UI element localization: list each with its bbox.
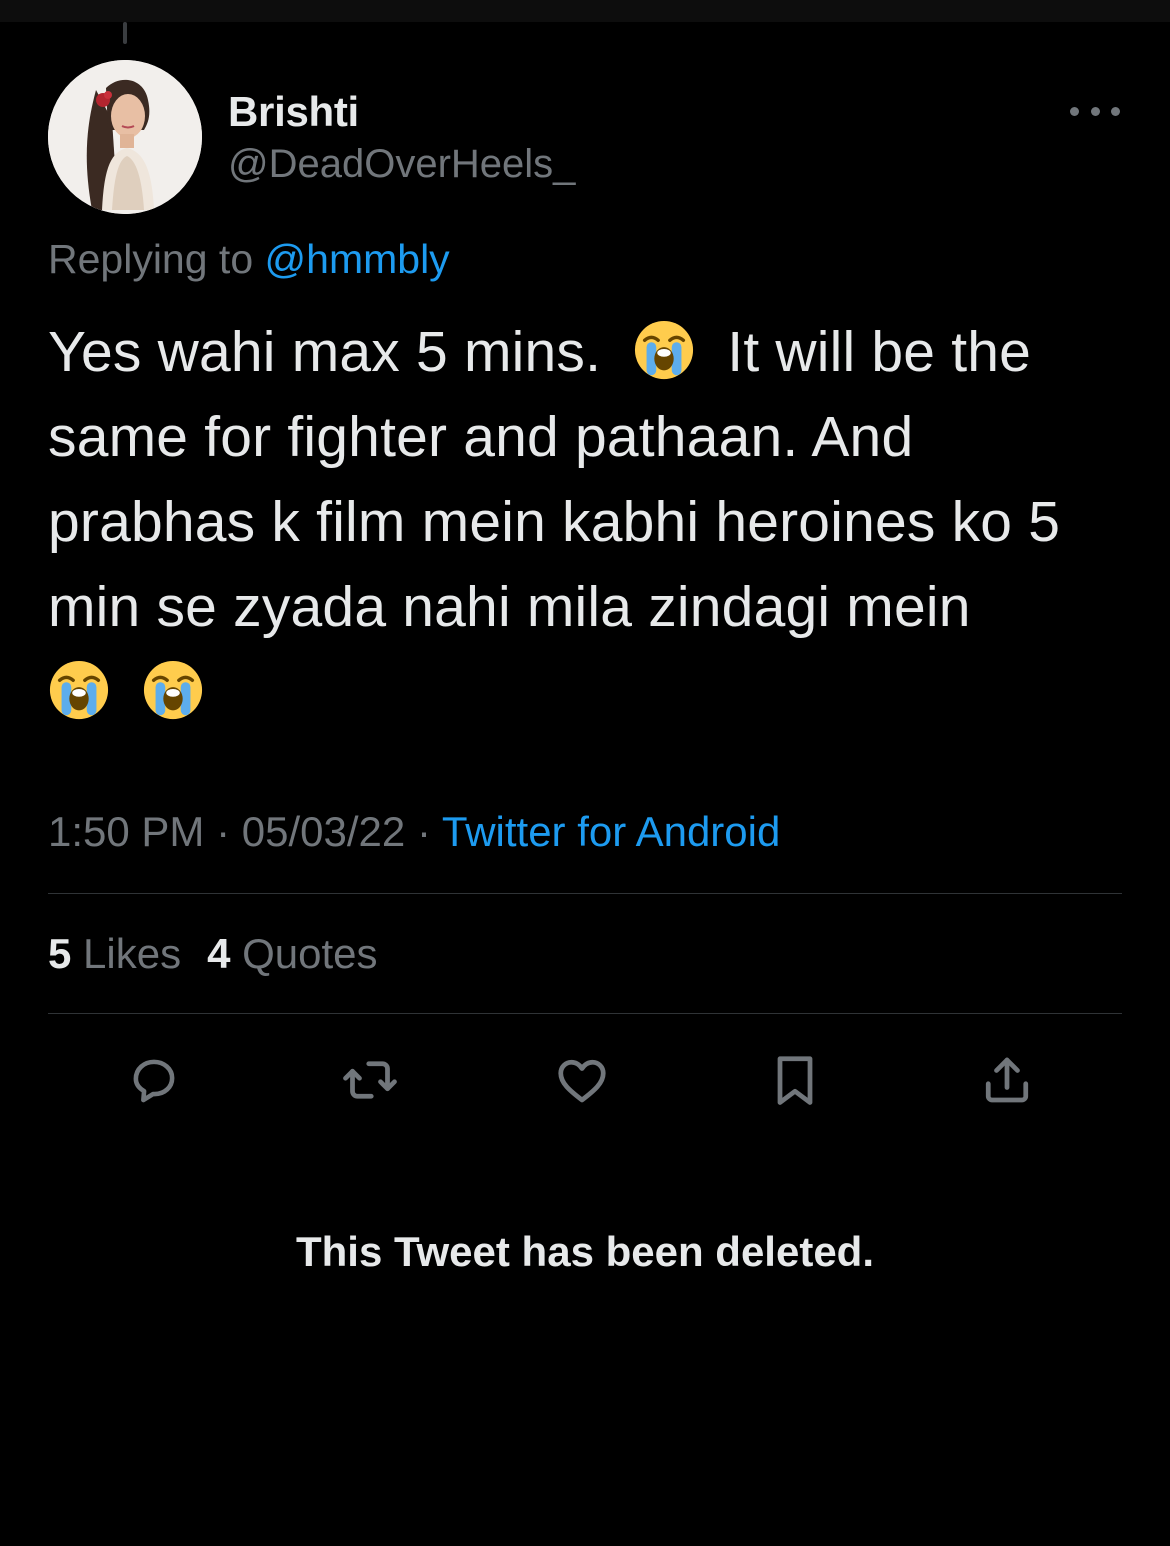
tweet-date: 05/03/22 [241,808,406,855]
likes-label: Likes [83,930,182,977]
retweet-icon [343,1061,397,1099]
more-options-icon[interactable] [1070,96,1120,126]
reply-button[interactable] [124,1050,184,1110]
user-handle[interactable]: @DeadOverHeels_ [228,142,575,187]
tweet-stats: 5 Likes 4 Quotes [48,930,404,978]
quotes-label: Quotes [242,930,378,977]
reply-icon [133,1059,175,1103]
retweet-button[interactable] [340,1050,400,1110]
quotes-stat[interactable]: 4 Quotes [207,930,377,977]
reply-mention-link[interactable]: @hmmbly [265,236,450,282]
share-button[interactable] [977,1050,1037,1110]
share-icon [985,1057,1029,1103]
more-dot [1090,106,1100,116]
more-dot [1111,106,1120,116]
tweet-text-part-1: Yes wahi max 5 mins. [48,320,602,384]
tweet-source-link[interactable]: Twitter for Android [442,808,780,855]
tweet-text: Yes wahi max 5 mins. It will be the same… [48,310,1128,735]
quotes-count: 4 [207,930,231,977]
meta-separator: · [416,808,431,855]
replying-to: Replying to @hmmbly [48,236,450,283]
divider [48,1013,1122,1014]
bookmark-button[interactable] [765,1050,825,1110]
more-dot [1070,106,1079,116]
avatar-image [48,60,202,214]
top-bar [0,0,1170,22]
loudly-crying-face-icon [142,659,204,721]
deleted-tweet-notice: This Tweet has been deleted. [295,1228,875,1275]
replying-to-label: Replying to [48,236,254,282]
like-icon [558,1059,606,1103]
like-button[interactable] [552,1050,612,1110]
tweet-meta: 1:50 PM · 05/03/22 · Twitter for Android [48,808,780,856]
loudly-crying-face-icon [633,319,695,381]
loudly-crying-face-icon [48,659,110,721]
tweet-time: 1:50 PM [48,808,205,855]
divider [48,893,1122,894]
display-name[interactable]: Brishti [228,88,359,136]
meta-separator: · [216,808,231,855]
likes-stat[interactable]: 5 Likes [48,930,181,977]
likes-count: 5 [48,930,72,977]
avatar[interactable] [48,60,202,214]
bookmark-icon [777,1056,813,1105]
thread-connector-line [123,22,127,44]
